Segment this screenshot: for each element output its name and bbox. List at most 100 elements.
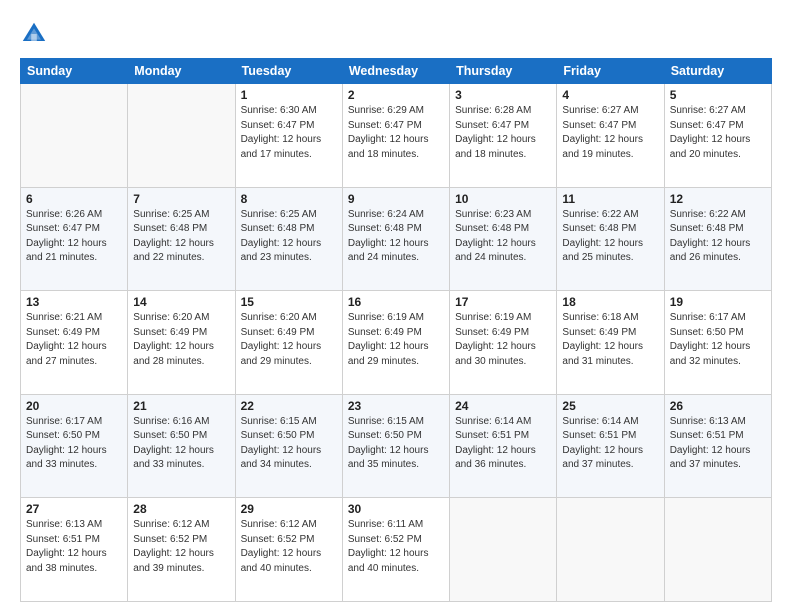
- day-info: Sunrise: 6:17 AMSunset: 6:50 PMDaylight:…: [670, 311, 766, 369]
- day-number: 28: [133, 502, 229, 516]
- col-sunday: Sunday: [21, 59, 128, 84]
- col-tuesday: Tuesday: [235, 59, 342, 84]
- day-info: Sunrise: 6:15 AMSunset: 6:50 PMDaylight:…: [348, 415, 444, 473]
- day-number: 17: [455, 295, 551, 309]
- day-info: Sunrise: 6:22 AMSunset: 6:48 PMDaylight:…: [562, 208, 658, 266]
- table-row: 14 Sunrise: 6:20 AMSunset: 6:49 PMDayligh…: [128, 291, 235, 395]
- table-row: [21, 84, 128, 188]
- day-number: 16: [348, 295, 444, 309]
- calendar-week-row: 1 Sunrise: 6:30 AMSunset: 6:47 PMDaylight…: [21, 84, 772, 188]
- table-row: 5 Sunrise: 6:27 AMSunset: 6:47 PMDaylight…: [664, 84, 771, 188]
- day-info: Sunrise: 6:26 AMSunset: 6:47 PMDaylight:…: [26, 208, 122, 266]
- table-row: 18 Sunrise: 6:18 AMSunset: 6:49 PMDayligh…: [557, 291, 664, 395]
- table-row: 11 Sunrise: 6:22 AMSunset: 6:48 PMDayligh…: [557, 187, 664, 291]
- day-number: 26: [670, 399, 766, 413]
- day-number: 30: [348, 502, 444, 516]
- day-info: Sunrise: 6:30 AMSunset: 6:47 PMDaylight:…: [241, 104, 337, 162]
- day-number: 9: [348, 192, 444, 206]
- table-row: [664, 498, 771, 602]
- table-row: 16 Sunrise: 6:19 AMSunset: 6:49 PMDayligh…: [342, 291, 449, 395]
- col-thursday: Thursday: [450, 59, 557, 84]
- day-number: 8: [241, 192, 337, 206]
- day-info: Sunrise: 6:20 AMSunset: 6:49 PMDaylight:…: [241, 311, 337, 369]
- day-number: 13: [26, 295, 122, 309]
- header-row: Sunday Monday Tuesday Wednesday Thursday…: [21, 59, 772, 84]
- table-row: 12Sunrise: 6:22 AMSunset: 6:48 PMDayligh…: [664, 187, 771, 291]
- calendar-week-row: 13Sunrise: 6:21 AMSunset: 6:49 PMDayligh…: [21, 291, 772, 395]
- col-saturday: Saturday: [664, 59, 771, 84]
- day-info: Sunrise: 6:13 AMSunset: 6:51 PMDaylight:…: [670, 415, 766, 473]
- table-row: 9 Sunrise: 6:24 AMSunset: 6:48 PMDaylight…: [342, 187, 449, 291]
- day-info: Sunrise: 6:27 AMSunset: 6:47 PMDaylight:…: [562, 104, 658, 162]
- table-row: 23Sunrise: 6:15 AMSunset: 6:50 PMDayligh…: [342, 394, 449, 498]
- day-info: Sunrise: 6:17 AMSunset: 6:50 PMDaylight:…: [26, 415, 122, 473]
- day-info: Sunrise: 6:29 AMSunset: 6:47 PMDaylight:…: [348, 104, 444, 162]
- calendar-week-row: 27 Sunrise: 6:13 AMSunset: 6:51 PMDayligh…: [21, 498, 772, 602]
- table-row: 21 Sunrise: 6:16 AMSunset: 6:50 PMDayligh…: [128, 394, 235, 498]
- col-wednesday: Wednesday: [342, 59, 449, 84]
- table-row: 24 Sunrise: 6:14 AMSunset: 6:51 PMDayligh…: [450, 394, 557, 498]
- table-row: 3 Sunrise: 6:28 AMSunset: 6:47 PMDaylight…: [450, 84, 557, 188]
- calendar-table: Sunday Monday Tuesday Wednesday Thursday…: [20, 58, 772, 602]
- day-number: 14: [133, 295, 229, 309]
- day-info: Sunrise: 6:19 AMSunset: 6:49 PMDaylight:…: [455, 311, 551, 369]
- day-info: Sunrise: 6:25 AMSunset: 6:48 PMDaylight:…: [241, 208, 337, 266]
- table-row: 29Sunrise: 6:12 AMSunset: 6:52 PMDayligh…: [235, 498, 342, 602]
- day-number: 21: [133, 399, 229, 413]
- day-number: 11: [562, 192, 658, 206]
- day-info: Sunrise: 6:28 AMSunset: 6:47 PMDaylight:…: [455, 104, 551, 162]
- day-number: 19: [670, 295, 766, 309]
- col-monday: Monday: [128, 59, 235, 84]
- day-info: Sunrise: 6:14 AMSunset: 6:51 PMDaylight:…: [562, 415, 658, 473]
- day-number: 24: [455, 399, 551, 413]
- table-row: [557, 498, 664, 602]
- day-number: 27: [26, 502, 122, 516]
- day-number: 3: [455, 88, 551, 102]
- table-row: [128, 84, 235, 188]
- day-number: 4: [562, 88, 658, 102]
- table-row: 7 Sunrise: 6:25 AMSunset: 6:48 PMDaylight…: [128, 187, 235, 291]
- table-row: 4 Sunrise: 6:27 AMSunset: 6:47 PMDaylight…: [557, 84, 664, 188]
- day-number: 1: [241, 88, 337, 102]
- day-info: Sunrise: 6:27 AMSunset: 6:47 PMDaylight:…: [670, 104, 766, 162]
- table-row: 2 Sunrise: 6:29 AMSunset: 6:47 PMDaylight…: [342, 84, 449, 188]
- day-number: 25: [562, 399, 658, 413]
- day-number: 29: [241, 502, 337, 516]
- day-info: Sunrise: 6:20 AMSunset: 6:49 PMDaylight:…: [133, 311, 229, 369]
- table-row: [450, 498, 557, 602]
- day-info: Sunrise: 6:11 AMSunset: 6:52 PMDaylight:…: [348, 518, 444, 576]
- day-info: Sunrise: 6:18 AMSunset: 6:49 PMDaylight:…: [562, 311, 658, 369]
- table-row: 15Sunrise: 6:20 AMSunset: 6:49 PMDayligh…: [235, 291, 342, 395]
- day-info: Sunrise: 6:14 AMSunset: 6:51 PMDaylight:…: [455, 415, 551, 473]
- day-number: 5: [670, 88, 766, 102]
- day-number: 22: [241, 399, 337, 413]
- day-info: Sunrise: 6:25 AMSunset: 6:48 PMDaylight:…: [133, 208, 229, 266]
- day-number: 6: [26, 192, 122, 206]
- calendar-week-row: 20Sunrise: 6:17 AMSunset: 6:50 PMDayligh…: [21, 394, 772, 498]
- logo: [20, 18, 50, 48]
- day-info: Sunrise: 6:16 AMSunset: 6:50 PMDaylight:…: [133, 415, 229, 473]
- day-info: Sunrise: 6:13 AMSunset: 6:51 PMDaylight:…: [26, 518, 122, 576]
- col-friday: Friday: [557, 59, 664, 84]
- table-row: 19 Sunrise: 6:17 AMSunset: 6:50 PMDayligh…: [664, 291, 771, 395]
- table-row: 1 Sunrise: 6:30 AMSunset: 6:47 PMDaylight…: [235, 84, 342, 188]
- day-number: 2: [348, 88, 444, 102]
- calendar-week-row: 6 Sunrise: 6:26 AMSunset: 6:47 PMDaylight…: [21, 187, 772, 291]
- table-row: 30 Sunrise: 6:11 AMSunset: 6:52 PMDayligh…: [342, 498, 449, 602]
- table-row: 22 Sunrise: 6:15 AMSunset: 6:50 PMDayligh…: [235, 394, 342, 498]
- table-row: 13Sunrise: 6:21 AMSunset: 6:49 PMDayligh…: [21, 291, 128, 395]
- table-row: 26 Sunrise: 6:13 AMSunset: 6:51 PMDayligh…: [664, 394, 771, 498]
- day-number: 18: [562, 295, 658, 309]
- day-number: 7: [133, 192, 229, 206]
- header: [20, 18, 772, 48]
- table-row: 27 Sunrise: 6:13 AMSunset: 6:51 PMDayligh…: [21, 498, 128, 602]
- day-info: Sunrise: 6:24 AMSunset: 6:48 PMDaylight:…: [348, 208, 444, 266]
- day-info: Sunrise: 6:15 AMSunset: 6:50 PMDaylight:…: [241, 415, 337, 473]
- table-row: 20Sunrise: 6:17 AMSunset: 6:50 PMDayligh…: [21, 394, 128, 498]
- day-info: Sunrise: 6:12 AMSunset: 6:52 PMDaylight:…: [133, 518, 229, 576]
- table-row: 25 Sunrise: 6:14 AMSunset: 6:51 PMDayligh…: [557, 394, 664, 498]
- day-info: Sunrise: 6:19 AMSunset: 6:49 PMDaylight:…: [348, 311, 444, 369]
- page: Sunday Monday Tuesday Wednesday Thursday…: [0, 0, 792, 612]
- table-row: 8 Sunrise: 6:25 AMSunset: 6:48 PMDaylight…: [235, 187, 342, 291]
- day-number: 10: [455, 192, 551, 206]
